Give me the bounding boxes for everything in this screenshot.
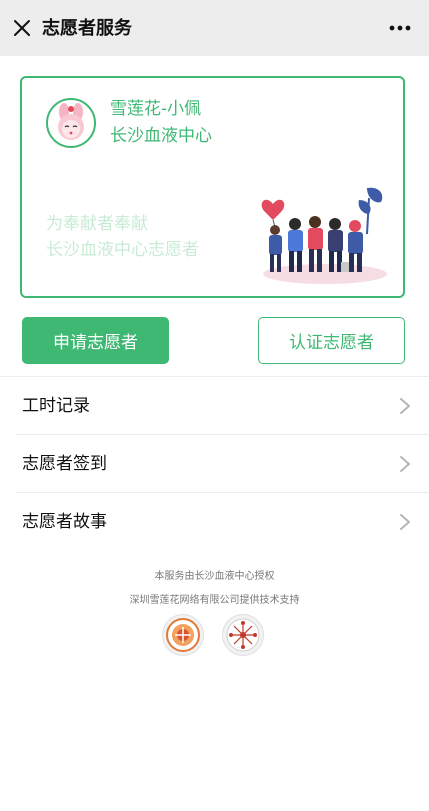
menu-item-sign-in[interactable]: 志愿者签到: [0, 435, 429, 493]
chevron-right-icon: [400, 514, 410, 530]
volunteer-card: 雪莲花-小佩 长沙血液中心 为奉献者奉献 长沙血液中心志愿者: [20, 76, 405, 298]
volunteer-name: 雪莲花-小佩: [110, 99, 202, 119]
apply-volunteer-button[interactable]: 申请志愿者: [22, 317, 169, 364]
close-icon[interactable]: [8, 14, 36, 42]
bunny-mascot-icon: [46, 98, 96, 148]
top-bar: 志愿者服务: [0, 0, 429, 56]
menu-item-label: 志愿者签到: [22, 454, 107, 474]
footer-authorization-text: 本服务由长沙血液中心授权: [154, 571, 275, 582]
more-dots-icon[interactable]: [383, 14, 417, 42]
footer-support-text: 深圳雪莲花网络有限公司提供技术支持: [129, 595, 300, 606]
volunteers-illustration: [255, 182, 390, 288]
chevron-right-icon: [400, 456, 410, 472]
menu-item-label: 工时记录: [22, 396, 90, 416]
chevron-right-icon: [400, 398, 410, 414]
menu-item-label: 志愿者故事: [22, 512, 107, 532]
menu-item-work-hours[interactable]: 工时记录: [0, 377, 429, 435]
slogan-line-1: 为奉献者奉献: [46, 214, 148, 234]
snowlotus-network-logo: [222, 614, 264, 656]
slogan-line-2: 长沙血液中心志愿者: [46, 240, 199, 260]
page-title: 志愿者服务: [42, 18, 132, 39]
certify-volunteer-button[interactable]: 认证志愿者: [258, 317, 405, 364]
menu-item-stories[interactable]: 志愿者故事: [0, 493, 429, 551]
blood-center-logo: [162, 614, 204, 656]
organization-name: 长沙血液中心: [110, 126, 212, 146]
